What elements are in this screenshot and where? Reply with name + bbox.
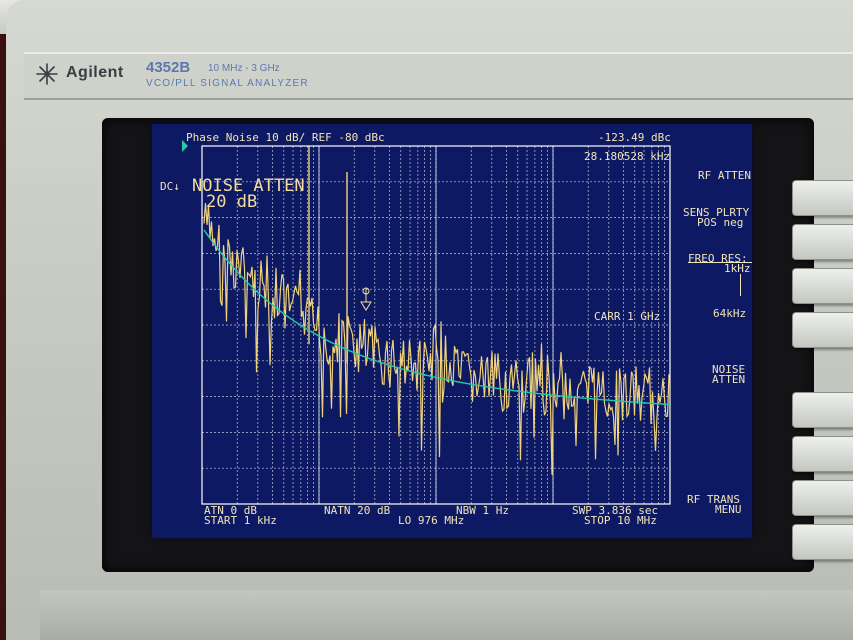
plot-grid: [202, 146, 670, 504]
softkey-label-sens-plrty-value: POS neg: [697, 216, 744, 229]
footer-stop: STOP 10 MHz: [584, 514, 657, 527]
softkey-blank-2[interactable]: [792, 436, 853, 472]
brand-bar: Agilent 4352B 10 MHz - 3 GHz VCO/PLL SIG…: [24, 52, 853, 100]
softkey-rf-trans-menu[interactable]: [792, 524, 853, 560]
softkey-label-freq-res-alt: 64kHz: [713, 307, 747, 320]
softkey-freq-res[interactable]: [792, 268, 853, 304]
model-number: 4352B: [146, 59, 191, 76]
overlay-noise-atten-value: 20 dB: [206, 192, 258, 212]
softkey-blank-3[interactable]: [792, 480, 853, 516]
softkey-label-freq-res-selected: 1kHz: [724, 262, 751, 275]
softkey-rf-atten[interactable]: [792, 180, 853, 216]
footer-natn: NATN 20 dB: [324, 504, 391, 517]
carrier-frequency: CARR 1 GHz: [594, 310, 661, 323]
softkey-noise-atten[interactable]: [792, 392, 853, 428]
model-description: VCO/PLL SIGNAL ANALYZER: [146, 78, 309, 89]
agilent-spark-logo: [36, 63, 58, 85]
softkey-label-rf-atten: RF ATTEN: [698, 169, 751, 182]
instrument-bottom-panel: [40, 590, 853, 640]
footer-lo: LO 976 MHz: [398, 514, 465, 527]
softkey-label-menu: MENU: [715, 503, 742, 516]
frequency-range: 10 MHz - 3 GHz: [208, 63, 280, 74]
analyzer-screen: Phase Noise 10 dB/ REF -80 dBc -123.49 d…: [152, 124, 752, 538]
softkey-label-atten: ATTEN: [712, 373, 746, 386]
freq-res-pointer: [740, 274, 741, 296]
footer-nbw: NBW 1 Hz: [456, 504, 509, 517]
softkey-sens-plrty[interactable]: [792, 224, 853, 260]
reference-pointer: [182, 140, 188, 152]
softkey-column: [792, 128, 853, 568]
footer-start: START 1 kHz: [204, 514, 277, 527]
softkey-blank-1[interactable]: [792, 312, 853, 348]
brand-name: Agilent: [66, 64, 124, 81]
marker-symbol: [360, 287, 372, 311]
